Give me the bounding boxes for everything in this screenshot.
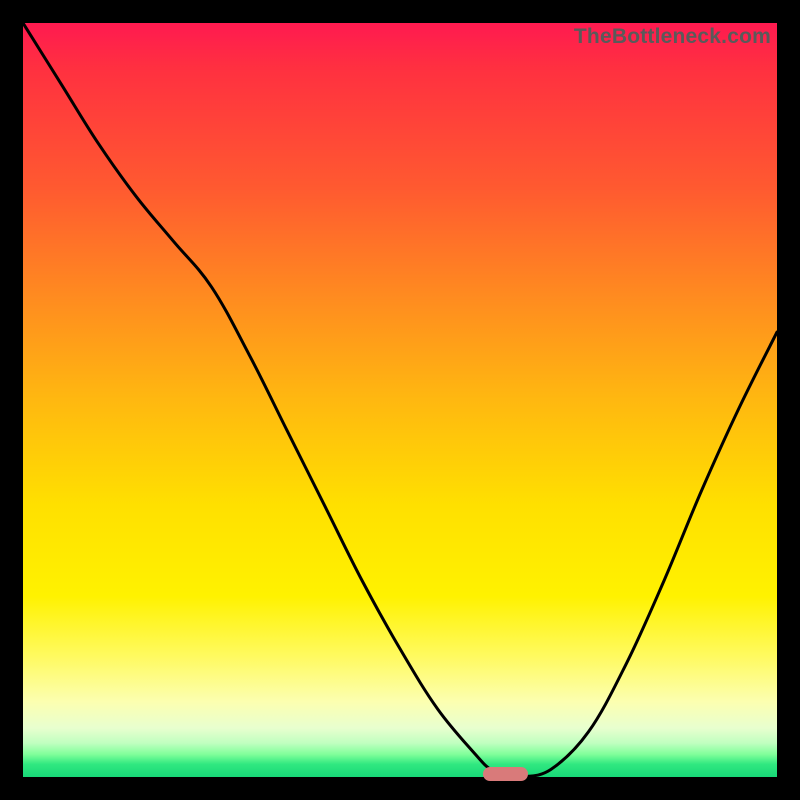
optimal-marker: [483, 767, 528, 781]
bottleneck-curve: [23, 23, 777, 777]
plot-area: TheBottleneck.com: [23, 23, 777, 777]
curve-path: [23, 23, 777, 777]
chart-frame: TheBottleneck.com: [0, 0, 800, 800]
